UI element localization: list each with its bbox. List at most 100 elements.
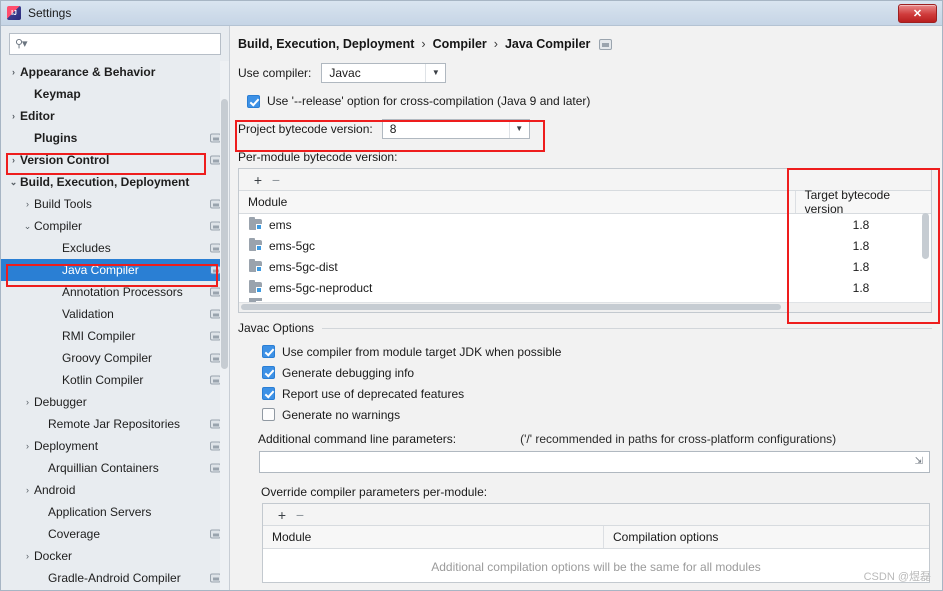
section-divider — [322, 328, 932, 329]
sidebar-item-version-control[interactable]: ›Version Control — [1, 149, 229, 171]
per-module-vscrollbar-thumb[interactable] — [922, 213, 929, 259]
sidebar-item-docker[interactable]: ›Docker — [1, 545, 229, 567]
sidebar-item-groovy-compiler[interactable]: Groovy Compiler — [1, 347, 229, 369]
sidebar-item-plugins[interactable]: Plugins — [1, 127, 229, 149]
module-name: ems-5gc — [269, 239, 315, 253]
override-params-label: Override compiler parameters per-module: — [261, 485, 932, 499]
module-folder-icon — [249, 219, 262, 230]
javac-option-checkbox[interactable] — [262, 408, 275, 421]
breadcrumb: Build, Execution, Deployment › Compiler … — [238, 26, 932, 51]
sidebar-item-deployment[interactable]: ›Deployment — [1, 435, 229, 457]
per-module-hscrollbar-thumb[interactable] — [241, 304, 781, 310]
remove-module-button[interactable]: − — [267, 173, 285, 187]
javac-option-row[interactable]: Report use of deprecated features — [262, 383, 932, 404]
javac-option-row[interactable]: Generate debugging info — [262, 362, 932, 383]
settings-chip-icon[interactable] — [599, 39, 612, 50]
chevron-down-icon[interactable]: ⌄ — [7, 178, 20, 187]
intellij-icon — [7, 6, 21, 20]
chevron-right-icon[interactable]: › — [21, 552, 34, 561]
add-override-button[interactable]: + — [273, 508, 291, 522]
breadcrumb-part-2[interactable]: Java Compiler — [505, 37, 590, 51]
settings-tree[interactable]: ›Appearance & BehaviorKeymap›EditorPlugi… — [1, 61, 229, 590]
release-option-checkbox[interactable] — [247, 95, 260, 108]
javac-option-checkbox[interactable] — [262, 345, 275, 358]
javac-option-checkbox[interactable] — [262, 387, 275, 400]
per-module-vscrollbar[interactable] — [922, 213, 930, 302]
target-bytecode-value[interactable]: 1.8 — [791, 218, 931, 232]
close-button[interactable]: ✕ — [898, 4, 937, 23]
javac-option-row[interactable]: Use compiler from module target JDK when… — [262, 341, 932, 362]
additional-params-row: Additional command line parameters: ('/'… — [258, 432, 932, 446]
release-option-row[interactable]: Use '--release' option for cross-compila… — [247, 94, 932, 108]
breadcrumb-part-1[interactable]: Compiler — [433, 37, 487, 51]
table-row[interactable]: ems-5gc-dist1.8 — [239, 256, 931, 277]
sidebar-item-label: Validation — [62, 307, 114, 321]
sidebar-item-build-tools[interactable]: ›Build Tools — [1, 193, 229, 215]
target-bytecode-value[interactable]: 1.8 — [791, 260, 931, 274]
sidebar-item-label: Groovy Compiler — [62, 351, 152, 365]
sidebar-item-label: Build Tools — [34, 197, 92, 211]
sidebar-item-label: Compiler — [34, 219, 82, 233]
chevron-right-icon[interactable]: › — [21, 442, 34, 451]
project-bytecode-select[interactable]: 8 ▼ — [382, 119, 530, 139]
column-header-compilation-options[interactable]: Compilation options — [603, 526, 929, 548]
per-module-table-header: Module Target bytecode version — [239, 191, 931, 214]
sidebar-item-excludes[interactable]: Excludes — [1, 237, 229, 259]
settings-sidebar: ⚲▾ ›Appearance & BehaviorKeymap›EditorPl… — [1, 26, 230, 590]
add-module-button[interactable]: + — [249, 173, 267, 187]
sidebar-item-build-execution-deployment[interactable]: ⌄Build, Execution, Deployment — [1, 171, 229, 193]
breadcrumb-part-0[interactable]: Build, Execution, Deployment — [238, 37, 414, 51]
sidebar-scrollbar-thumb[interactable] — [221, 99, 228, 369]
window-title: Settings — [28, 6, 71, 20]
column-header-module[interactable]: Module — [263, 526, 603, 548]
sidebar-item-keymap[interactable]: Keymap — [1, 83, 229, 105]
chevron-right-icon[interactable]: › — [7, 68, 20, 77]
chevron-right-icon[interactable]: › — [21, 200, 34, 209]
sidebar-item-label: Remote Jar Repositories — [48, 417, 180, 431]
sidebar-item-java-compiler[interactable]: Java Compiler — [1, 259, 229, 281]
search-input[interactable]: ⚲▾ — [9, 33, 221, 55]
sidebar-item-application-servers[interactable]: Application Servers — [1, 501, 229, 523]
sidebar-item-kotlin-compiler[interactable]: Kotlin Compiler — [1, 369, 229, 391]
project-bytecode-row: Project bytecode version: 8 ▼ — [238, 119, 932, 139]
javac-option-label: Report use of deprecated features — [282, 387, 464, 401]
sidebar-item-gradle-android-compiler[interactable]: Gradle-Android Compiler — [1, 567, 229, 589]
per-module-hscrollbar[interactable] — [239, 302, 931, 312]
target-bytecode-value[interactable]: 1.8 — [791, 281, 931, 295]
watermark: CSDN @煜磊 — [864, 568, 931, 584]
sidebar-item-editor[interactable]: ›Editor — [1, 105, 229, 127]
expand-icon[interactable]: ⇲ — [915, 457, 923, 467]
table-row[interactable]: ems-5gc 1.8 — [239, 235, 931, 256]
chevron-right-icon[interactable]: › — [21, 398, 34, 407]
use-compiler-label: Use compiler: — [238, 66, 311, 80]
sidebar-item-annotation-processors[interactable]: Annotation Processors — [1, 281, 229, 303]
additional-params-input[interactable]: ⇲ — [259, 451, 930, 473]
chevron-right-icon[interactable]: › — [21, 486, 34, 495]
column-header-target-bytecode[interactable]: Target bytecode version — [795, 191, 931, 213]
sidebar-item-remote-jar-repositories[interactable]: Remote Jar Repositories — [1, 413, 229, 435]
javac-option-checkbox[interactable] — [262, 366, 275, 379]
sidebar-item-arquillian-containers[interactable]: Arquillian Containers — [1, 457, 229, 479]
remove-override-button[interactable]: − — [291, 508, 309, 522]
sidebar-item-debugger[interactable]: ›Debugger — [1, 391, 229, 413]
sidebar-item-coverage[interactable]: Coverage — [1, 523, 229, 545]
sidebar-item-appearance-behavior[interactable]: ›Appearance & Behavior — [1, 61, 229, 83]
sidebar-item-rmi-compiler[interactable]: RMI Compiler — [1, 325, 229, 347]
sidebar-scrollbar[interactable] — [220, 61, 229, 590]
module-name: ems-5gc-neproduct — [269, 281, 372, 295]
sidebar-item-android[interactable]: ›Android — [1, 479, 229, 501]
column-header-module[interactable]: Module — [239, 191, 795, 213]
chevron-right-icon[interactable]: › — [7, 112, 20, 121]
sidebar-item-label: Appearance & Behavior — [20, 65, 155, 79]
sidebar-item-validation[interactable]: Validation — [1, 303, 229, 325]
sidebar-item-label: RMI Compiler — [62, 329, 135, 343]
target-bytecode-value[interactable]: 1.8 — [791, 239, 931, 253]
sidebar-item-label: Android — [34, 483, 75, 497]
use-compiler-select[interactable]: Javac ▼ — [321, 63, 446, 83]
sidebar-item-compiler[interactable]: ⌄Compiler — [1, 215, 229, 237]
javac-option-row[interactable]: Generate no warnings — [262, 404, 932, 425]
chevron-right-icon[interactable]: › — [7, 156, 20, 165]
table-row[interactable]: ems-5gc-neproduct 1.8 — [239, 277, 931, 298]
table-row[interactable]: ems1.8 — [239, 214, 931, 235]
chevron-down-icon[interactable]: ⌄ — [21, 222, 34, 231]
